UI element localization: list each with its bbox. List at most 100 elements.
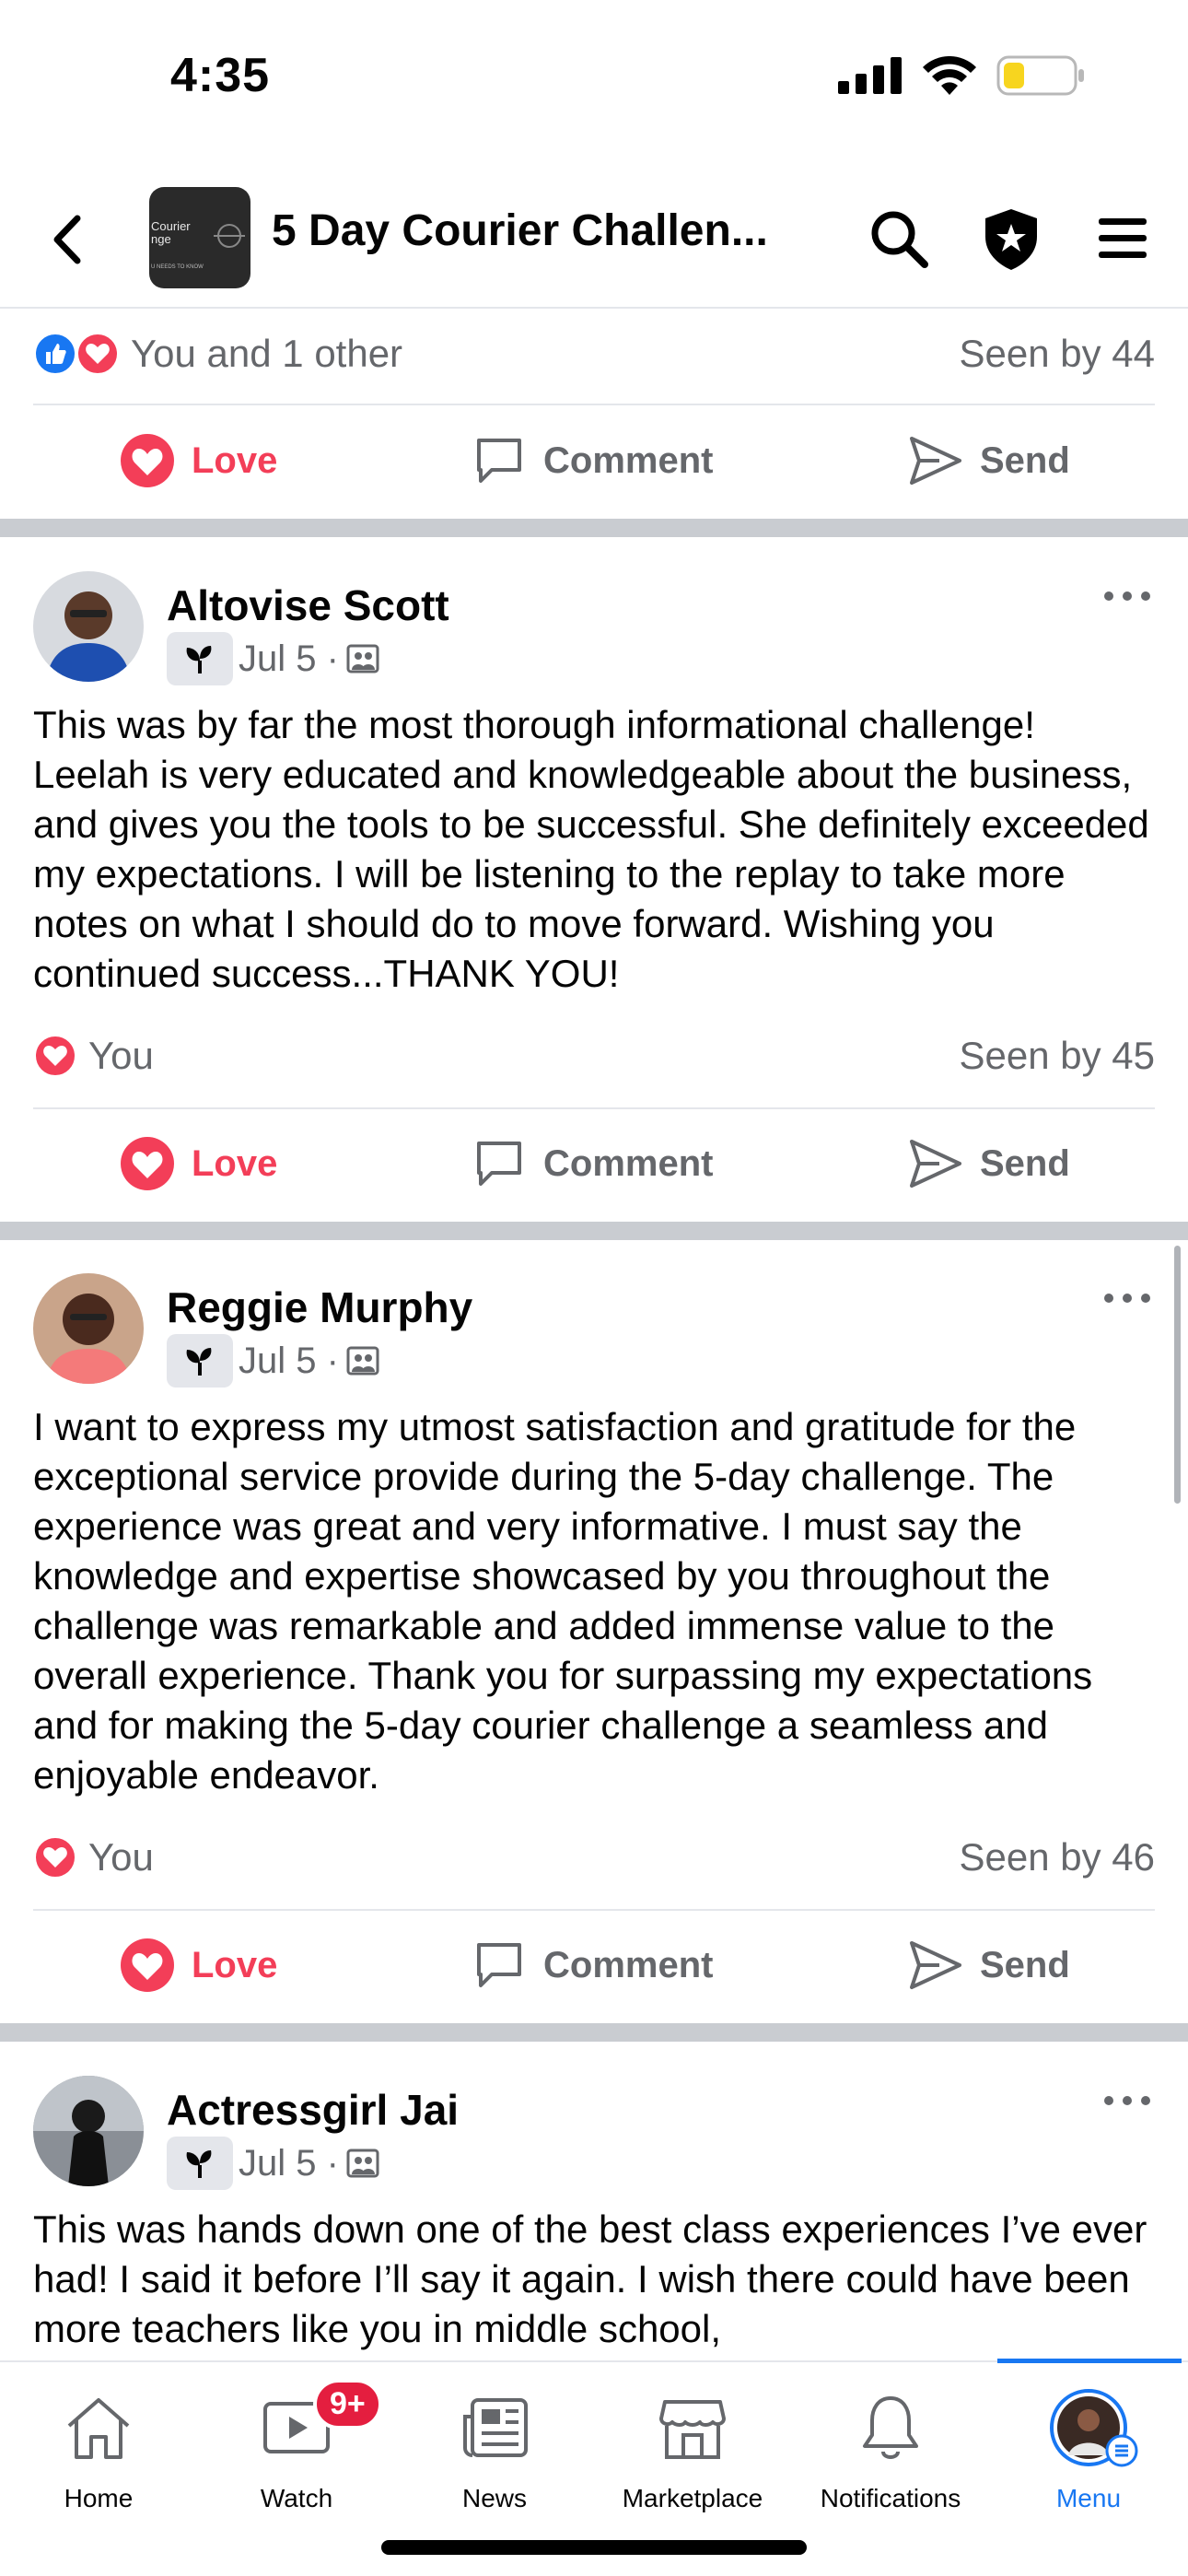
send-button[interactable]: Send — [908, 433, 1070, 488]
reaction-text: You — [88, 1034, 154, 1077]
avatar[interactable] — [33, 1273, 144, 1384]
group-header: Courier nge U NEEDS TO KNOW 5 Day Courie… — [0, 180, 1188, 309]
battery-icon — [996, 55, 1084, 96]
love-button[interactable]: Love — [120, 1136, 277, 1191]
comment-label: Comment — [543, 1944, 714, 1985]
more-options-icon[interactable] — [1100, 1284, 1155, 1312]
home-icon — [67, 2398, 130, 2459]
tab-notifications-label: Notifications — [820, 2484, 961, 2512]
love-reaction-icon — [33, 1835, 77, 1879]
comment-icon — [477, 1943, 521, 1987]
post-body: This was hands down one of the best clas… — [33, 2207, 1147, 2350]
comment-icon — [477, 1142, 521, 1186]
love-button[interactable]: Love — [120, 1938, 277, 1993]
send-icon — [910, 1140, 961, 1188]
status-icons — [838, 55, 1085, 96]
reaction-summary[interactable]: You and 1 other Seen by 44 — [33, 326, 1155, 381]
reaction-summary[interactable]: You Seen by 46 — [33, 1830, 1155, 1885]
post-author[interactable]: Altovise Scott — [167, 580, 449, 630]
post-meta: Jul 5 · — [167, 1334, 381, 1388]
post-header: Reggie Murphy Jul 5 · — [33, 1273, 1155, 1393]
seen-count[interactable]: Seen by 46 — [959, 1835, 1155, 1879]
divider — [33, 1107, 1155, 1109]
new-member-badge-icon[interactable] — [167, 1334, 233, 1388]
send-label: Send — [980, 439, 1070, 481]
tab-news-label: News — [461, 2484, 527, 2512]
tab-news[interactable]: News — [402, 2386, 587, 2534]
reaction-text: You and 1 other — [131, 332, 403, 375]
post-header: Altovise Scott Jul 5 · — [33, 571, 1155, 691]
seen-count[interactable]: Seen by 45 — [959, 1034, 1155, 1078]
tab-notifications[interactable]: Notifications — [798, 2386, 983, 2534]
tab-home[interactable]: Home — [6, 2386, 191, 2534]
comment-icon — [477, 439, 521, 483]
reaction-summary[interactable]: You Seen by 45 — [33, 1028, 1155, 1083]
action-bar: Love Comment Send — [0, 410, 1188, 511]
send-button[interactable]: Send — [908, 1136, 1070, 1191]
love-icon — [121, 1137, 174, 1190]
notifications-bell-icon — [863, 2396, 918, 2459]
back-arrow-icon[interactable] — [44, 207, 90, 272]
new-member-badge-icon[interactable] — [167, 632, 233, 685]
seen-count[interactable]: Seen by 44 — [959, 332, 1155, 376]
post-separator — [0, 1222, 1188, 1240]
divider — [33, 404, 1155, 405]
marketplace-storefront-icon — [659, 2400, 726, 2459]
post-body: This was by far the most thorough inform… — [33, 703, 1149, 995]
home-indicator[interactable] — [381, 2540, 807, 2555]
action-bar: Love Comment Send — [0, 1914, 1188, 2016]
status-bar: 4:35 — [0, 0, 1188, 157]
thumb-graphic-icon — [214, 224, 245, 248]
group-title[interactable]: 5 Day Courier Challen... — [272, 205, 768, 256]
post-author[interactable]: Actressgirl Jai — [167, 2085, 459, 2135]
comment-button[interactable]: Comment — [472, 433, 713, 488]
menu-lines-icon — [1105, 2434, 1138, 2467]
cellular-signal-icon — [838, 57, 902, 94]
tab-marketplace[interactable]: Marketplace — [600, 2386, 785, 2534]
love-icon — [121, 1938, 174, 1992]
post-separator — [0, 2023, 1188, 2042]
post-separator — [0, 519, 1188, 537]
new-member-badge-icon[interactable] — [167, 2137, 233, 2190]
comment-button[interactable]: Comment — [472, 1938, 713, 1993]
tab-watch-label: Watch — [260, 2484, 333, 2512]
like-reaction-icon — [33, 332, 77, 376]
news-icon — [463, 2398, 528, 2457]
avatar[interactable] — [33, 2076, 144, 2186]
tab-menu[interactable]: Menu — [996, 2386, 1181, 2534]
reaction-text: You — [88, 1835, 154, 1879]
post-author[interactable]: Reggie Murphy — [167, 1282, 472, 1332]
send-button[interactable]: Send — [908, 1938, 1070, 1993]
more-options-icon[interactable] — [1100, 582, 1155, 610]
tab-watch[interactable]: 9+ Watch — [204, 2379, 389, 2534]
post-header: Actressgirl Jai Jul 5 · — [33, 2076, 1155, 2195]
love-label: Love — [192, 1142, 278, 1184]
more-options-icon[interactable] — [1100, 2087, 1155, 2114]
send-icon — [910, 1941, 961, 1989]
love-icon — [121, 434, 174, 487]
comment-button[interactable]: Comment — [472, 1136, 713, 1191]
thumb-text: Courier nge — [151, 219, 191, 246]
send-label: Send — [980, 1944, 1070, 1985]
tab-menu-label: Menu — [1055, 2484, 1122, 2512]
post-meta: Jul 5 · — [167, 2137, 381, 2190]
group-thumbnail[interactable]: Courier nge U NEEDS TO KNOW — [149, 187, 250, 288]
wifi-icon — [923, 56, 976, 95]
avatar[interactable] — [33, 571, 144, 682]
scrollbar[interactable] — [1174, 1246, 1181, 1504]
status-time: 4:35 — [170, 49, 271, 102]
hamburger-menu-icon[interactable] — [1089, 205, 1156, 272]
active-tab-indicator — [997, 2359, 1182, 2363]
post-body: I want to express my utmost satisfaction… — [33, 1405, 1093, 1797]
search-icon[interactable] — [866, 205, 932, 272]
love-label: Love — [192, 1944, 278, 1985]
admin-shield-icon[interactable] — [978, 205, 1044, 272]
post-date[interactable]: Jul 5 · — [239, 2143, 339, 2184]
love-reaction-icon — [76, 332, 120, 376]
thumb-subtext: U NEEDS TO KNOW — [151, 264, 204, 270]
divider — [33, 1909, 1155, 1911]
post-date[interactable]: Jul 5 · — [239, 638, 339, 680]
post-date[interactable]: Jul 5 · — [239, 1341, 339, 1382]
love-button[interactable]: Love — [120, 433, 277, 488]
action-bar: Love Comment Send — [0, 1113, 1188, 1214]
